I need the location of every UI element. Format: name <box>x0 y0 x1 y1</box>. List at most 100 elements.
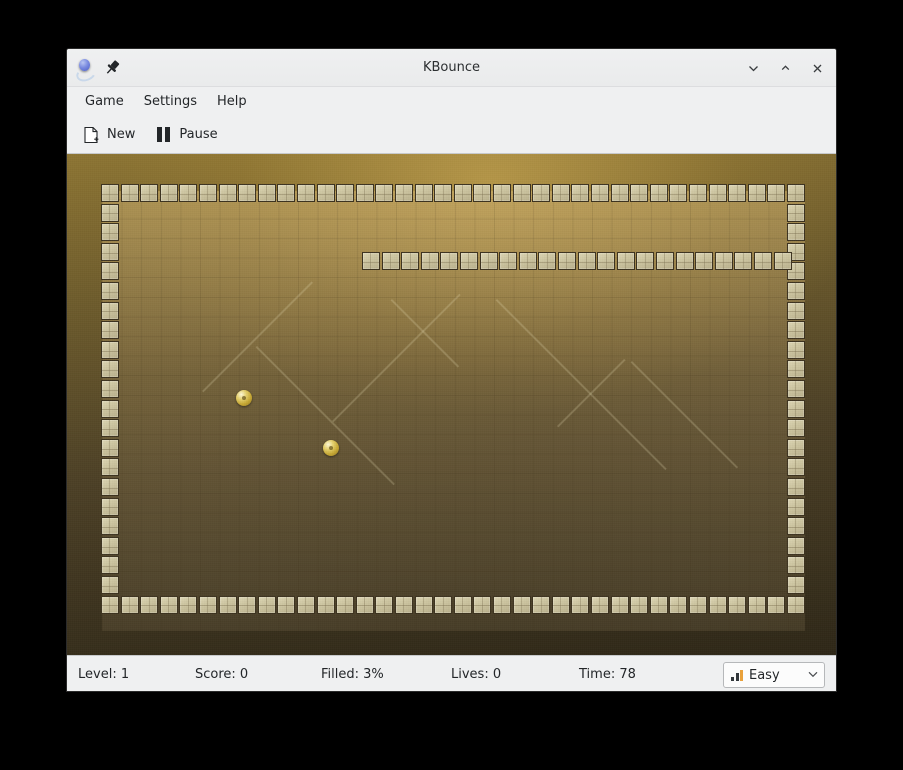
wall-tile <box>571 184 589 202</box>
wall-tile <box>317 596 335 614</box>
status-time: Time: 78 <box>579 656 636 692</box>
wall-tile <box>767 184 785 202</box>
wall-tile <box>787 478 805 496</box>
wall-tile <box>101 478 119 496</box>
wall-tile <box>395 184 413 202</box>
wall-tile <box>650 184 668 202</box>
wall-tile <box>101 419 119 437</box>
difficulty-select[interactable]: Easy <box>723 662 825 688</box>
menu-item-game[interactable]: Game <box>75 90 134 113</box>
window-title: KBounce <box>67 49 836 87</box>
wall-tile <box>532 596 550 614</box>
wall-tile <box>219 184 237 202</box>
wall-tile <box>101 400 119 418</box>
wall-tile <box>578 252 596 270</box>
wall-tile <box>101 262 119 280</box>
wall-tile <box>513 184 531 202</box>
wall-tile <box>297 184 315 202</box>
menubar: Game Settings Help <box>67 87 836 116</box>
wall-tile <box>179 184 197 202</box>
wall-tile <box>199 184 217 202</box>
wall-tile <box>460 252 478 270</box>
wall-tile <box>787 223 805 241</box>
wall-tile <box>636 252 654 270</box>
ball-trail <box>202 281 313 392</box>
pause-button[interactable]: Pause <box>151 123 227 146</box>
titlebar: KBounce <box>67 49 836 87</box>
wall-tile <box>473 596 491 614</box>
wall-tile <box>709 596 727 614</box>
wall-tile <box>611 184 629 202</box>
wall-tile <box>669 596 687 614</box>
wall-tile <box>787 302 805 320</box>
game-ball <box>236 390 252 406</box>
wall-tile <box>238 596 256 614</box>
ball-trail <box>332 294 460 422</box>
wall-tile <box>734 252 752 270</box>
wall-tile <box>493 596 511 614</box>
wall-tile <box>101 341 119 359</box>
wall-tile <box>552 596 570 614</box>
wall-tile <box>219 596 237 614</box>
wall-tile <box>754 252 772 270</box>
wall-tile <box>415 596 433 614</box>
wall-tile <box>277 596 295 614</box>
wall-tile <box>597 252 615 270</box>
wall-tile <box>121 184 139 202</box>
pause-label: Pause <box>179 127 217 142</box>
game-board[interactable] <box>67 154 836 655</box>
wall-tile <box>362 252 380 270</box>
wall-tile <box>630 184 648 202</box>
wall-tile <box>356 184 374 202</box>
difficulty-value: Easy <box>749 668 806 683</box>
ball-trail <box>557 359 625 427</box>
wall-tile <box>375 184 393 202</box>
wall-tile <box>101 458 119 476</box>
wall-tile <box>101 223 119 241</box>
status-level: Level: 1 <box>78 656 129 692</box>
wall-tile <box>101 556 119 574</box>
wall-tile <box>787 517 805 535</box>
close-button[interactable] <box>806 57 828 79</box>
wall-tile <box>787 556 805 574</box>
new-game-button[interactable]: New <box>77 122 145 148</box>
wall-tile <box>101 360 119 378</box>
wall-tile <box>101 282 119 300</box>
wall-tile <box>748 184 766 202</box>
wall-tile <box>199 596 217 614</box>
wall-tile <box>787 439 805 457</box>
maximize-button[interactable] <box>774 57 796 79</box>
minimize-button[interactable] <box>742 57 764 79</box>
ball-trail <box>496 299 667 470</box>
wall-tile <box>787 596 805 614</box>
wall-tile <box>473 184 491 202</box>
wall-tile <box>101 517 119 535</box>
wall-tile <box>787 282 805 300</box>
wall-tile <box>160 184 178 202</box>
ball-trail <box>256 346 395 485</box>
wall-tile <box>140 596 158 614</box>
wall-tile <box>336 596 354 614</box>
wall-tile <box>787 321 805 339</box>
status-lives: Lives: 0 <box>451 656 501 692</box>
wall-tile <box>774 252 792 270</box>
wall-tile <box>101 243 119 261</box>
window-controls <box>742 49 828 87</box>
wall-tile <box>787 419 805 437</box>
wall-tile <box>277 184 295 202</box>
wall-tile <box>499 252 517 270</box>
wall-tile <box>101 204 119 222</box>
wall-tile <box>728 184 746 202</box>
menu-item-settings[interactable]: Settings <box>134 90 207 113</box>
wall-tile <box>689 596 707 614</box>
wall-tile <box>787 498 805 516</box>
menu-item-help[interactable]: Help <box>207 90 257 113</box>
pause-icon <box>157 127 172 142</box>
screen: KBounce Game Settings Help <box>0 0 903 770</box>
wall-tile <box>787 537 805 555</box>
wall-tile <box>571 596 589 614</box>
wall-tile <box>101 537 119 555</box>
wall-tile <box>669 184 687 202</box>
wall-tile <box>676 252 694 270</box>
wall-tile <box>101 498 119 516</box>
